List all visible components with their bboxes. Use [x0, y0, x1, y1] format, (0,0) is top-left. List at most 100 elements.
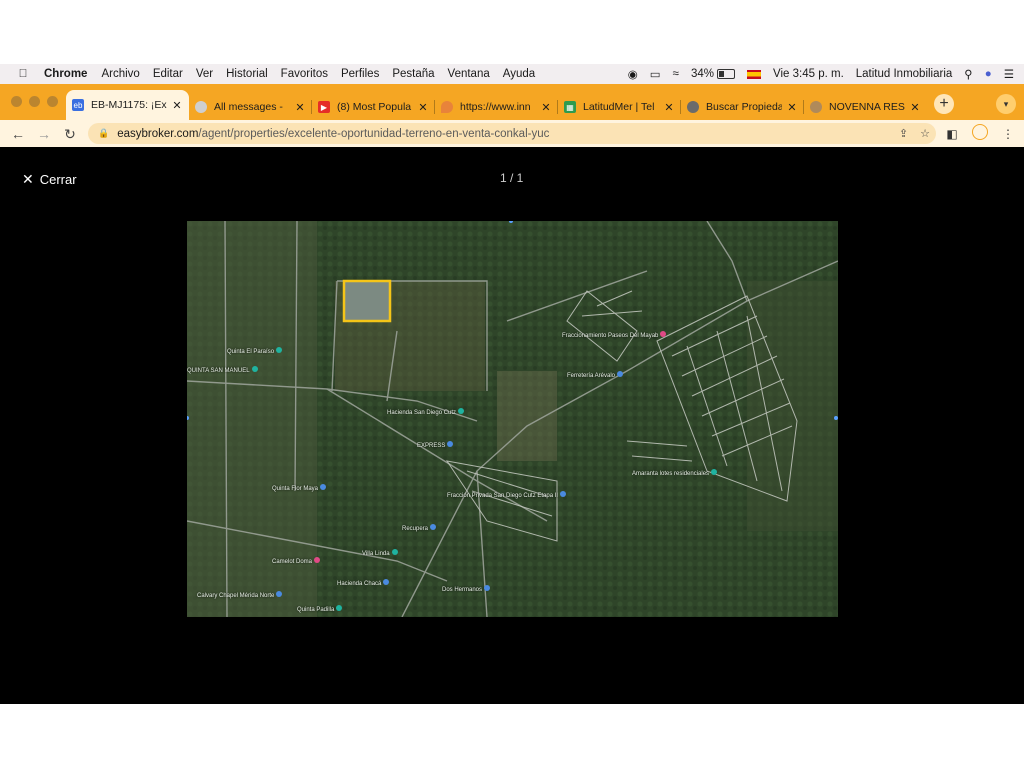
maximize-window-button[interactable]: [47, 96, 58, 107]
battery-icon[interactable]: [717, 69, 736, 79]
more-options-icon[interactable]: ⋮: [1000, 127, 1016, 141]
extension-icon[interactable]: [972, 124, 988, 143]
bookmark-star-icon[interactable]: ☆: [920, 127, 930, 140]
map-pin-icon: [336, 605, 343, 611]
creative-cloud-icon[interactable]: ◉: [628, 67, 638, 81]
map-label: Dos Hermanos: [442, 585, 491, 593]
map-label: Hacienda Chacá: [337, 579, 390, 587]
map-pin-icon: [314, 557, 321, 563]
map-pin-icon: [560, 491, 567, 497]
messages-favicon-icon: [195, 101, 207, 113]
control-center-icon[interactable]: ☰: [1004, 67, 1014, 81]
tab-easybroker[interactable]: eb EB-MJ1175: ¡Exc ✕: [66, 90, 189, 120]
menubar-user[interactable]: Latitud Inmobiliaria: [856, 68, 953, 80]
apple-icon[interactable]: : [16, 68, 30, 80]
address-bar[interactable]: 🔒 easybroker.com/agent/properties/excele…: [88, 123, 936, 144]
menubar-status-area: ◉ ▭ ≈ 34% Vie 3:45 p. m. Latitud Inmobil…: [616, 64, 1014, 84]
tab-inn-url[interactable]: https://www.inn ✕: [435, 94, 558, 120]
tab-title: EB-MJ1175: ¡Exc: [91, 99, 167, 111]
map-pin-icon: [320, 484, 327, 490]
tab-close-icon[interactable]: ✕: [909, 101, 921, 114]
sheets-favicon-icon: ▦: [564, 101, 576, 113]
tab-close-icon[interactable]: ✕: [663, 101, 675, 114]
menu-perfiles[interactable]: Perfiles: [341, 68, 379, 80]
map-pin-icon: [617, 371, 624, 377]
siri-icon[interactable]: ●: [985, 68, 992, 80]
tab-title: NOVENNA RESI: [829, 101, 905, 113]
map-label: Quinta Padilla: [297, 605, 343, 613]
tab-list: eb EB-MJ1175: ¡Exc ✕ All messages - ✕ ▶ …: [66, 90, 927, 120]
menu-editar[interactable]: Editar: [153, 68, 183, 80]
menu-archivo[interactable]: Archivo: [101, 68, 139, 80]
menu-favoritos[interactable]: Favoritos: [281, 68, 328, 80]
url-domain: easybroker.com: [117, 127, 199, 140]
novenna-favicon-icon: [810, 101, 822, 113]
menu-pestana[interactable]: Pestaña: [392, 68, 434, 80]
tab-latitudmer[interactable]: ▦ LatitudMer | Tel ✕: [558, 94, 681, 120]
map-label: Calvary Chapel Mérida Norte: [197, 591, 283, 599]
map-label: Amaranta lotes residenciales: [632, 469, 718, 477]
close-window-button[interactable]: [11, 96, 22, 107]
menubar-datetime[interactable]: Vie 3:45 p. m.: [773, 68, 844, 80]
map-pin-icon: [711, 469, 718, 475]
tab-youtube[interactable]: ▶ (8) Most Popula ✕: [312, 94, 435, 120]
tab-close-icon[interactable]: ✕: [540, 101, 552, 114]
property-map-image: Quinta El Paraíso QUINTA SAN MANUEL Haci…: [187, 221, 838, 617]
browser-toolbar: ← → ↻ 🔒 easybroker.com/agent/properties/…: [0, 120, 1024, 147]
tab-search-button[interactable]: ▾: [996, 94, 1016, 114]
map-pin-icon: [383, 579, 390, 585]
map-label: Camelot Doma: [272, 557, 321, 565]
url-path: /agent/properties/excelente-oportunidad-…: [198, 127, 550, 140]
pin-favicon-icon: [441, 101, 453, 113]
forward-arrow-icon[interactable]: →: [34, 124, 54, 144]
app-name-menu[interactable]: Chrome: [44, 68, 87, 80]
map-pin-icon: [391, 549, 398, 555]
map-label: QUINTA SAN MANUEL: [187, 366, 258, 374]
menu-historial[interactable]: Historial: [226, 68, 268, 80]
spain-flag-icon[interactable]: [747, 69, 762, 79]
menu-ver[interactable]: Ver: [196, 68, 213, 80]
resize-handle-right: [834, 416, 838, 420]
tab-all-messages[interactable]: All messages - ✕: [189, 94, 312, 120]
map-pin-icon: [276, 347, 283, 353]
close-label: Cerrar: [39, 172, 77, 187]
tab-title: All messages -: [214, 101, 283, 113]
window-controls: [11, 96, 65, 107]
airplay-icon[interactable]: ▭: [650, 67, 661, 81]
menu-ventana[interactable]: Ventana: [448, 68, 490, 80]
youtube-favicon-icon: ▶: [318, 101, 330, 113]
close-icon: ✕: [22, 171, 34, 187]
easybroker-favicon-icon: eb: [72, 99, 84, 111]
tab-novenna[interactable]: NOVENNA RESI ✕: [804, 94, 927, 120]
tab-buscar-propiedades[interactable]: Buscar Propieda ✕: [681, 94, 804, 120]
side-panel-icon[interactable]: ◧: [944, 127, 960, 141]
reload-icon[interactable]: ↻: [60, 124, 80, 144]
tab-title: (8) Most Popula: [337, 101, 412, 113]
new-tab-button[interactable]: +: [934, 94, 954, 114]
back-arrow-icon[interactable]: ←: [8, 124, 28, 144]
map-label: Ferretería Arévalo: [567, 371, 624, 379]
minimize-window-button[interactable]: [29, 96, 40, 107]
map-label: Villa Linda: [362, 549, 398, 557]
map-label: Hacienda San Diego Cutz: [387, 408, 465, 416]
lock-icon[interactable]: 🔒: [98, 128, 109, 139]
tab-title: https://www.inn: [460, 101, 531, 113]
tab-close-icon[interactable]: ✕: [417, 101, 429, 114]
tab-close-icon[interactable]: ✕: [171, 99, 183, 112]
close-viewer-button[interactable]: ✕ Cerrar: [22, 171, 77, 188]
menu-ayuda[interactable]: Ayuda: [503, 68, 535, 80]
wifi-icon[interactable]: ≈: [673, 68, 679, 80]
tab-strip: eb EB-MJ1175: ¡Exc ✕ All messages - ✕ ▶ …: [0, 84, 1024, 120]
share-icon[interactable]: ⇪: [899, 127, 908, 140]
map-label: Fracción Privada San Diego Cutz Etapa II: [447, 491, 567, 499]
map-label: Quinta Flor Maya: [272, 484, 327, 492]
map-pin-icon: [276, 591, 283, 597]
map-pin-icon: [251, 366, 258, 372]
image-viewer: ✕ Cerrar 1 / 1 Quinta El Paraíso QUINTA …: [0, 147, 1024, 704]
map-label: Recupera: [402, 524, 437, 532]
tab-close-icon[interactable]: ✕: [786, 101, 798, 114]
battery-percent[interactable]: 34%: [691, 68, 714, 80]
spotlight-search-icon[interactable]: ⚲: [964, 67, 972, 81]
tab-close-icon[interactable]: ✕: [294, 101, 306, 114]
map-pin-icon: [447, 441, 454, 447]
